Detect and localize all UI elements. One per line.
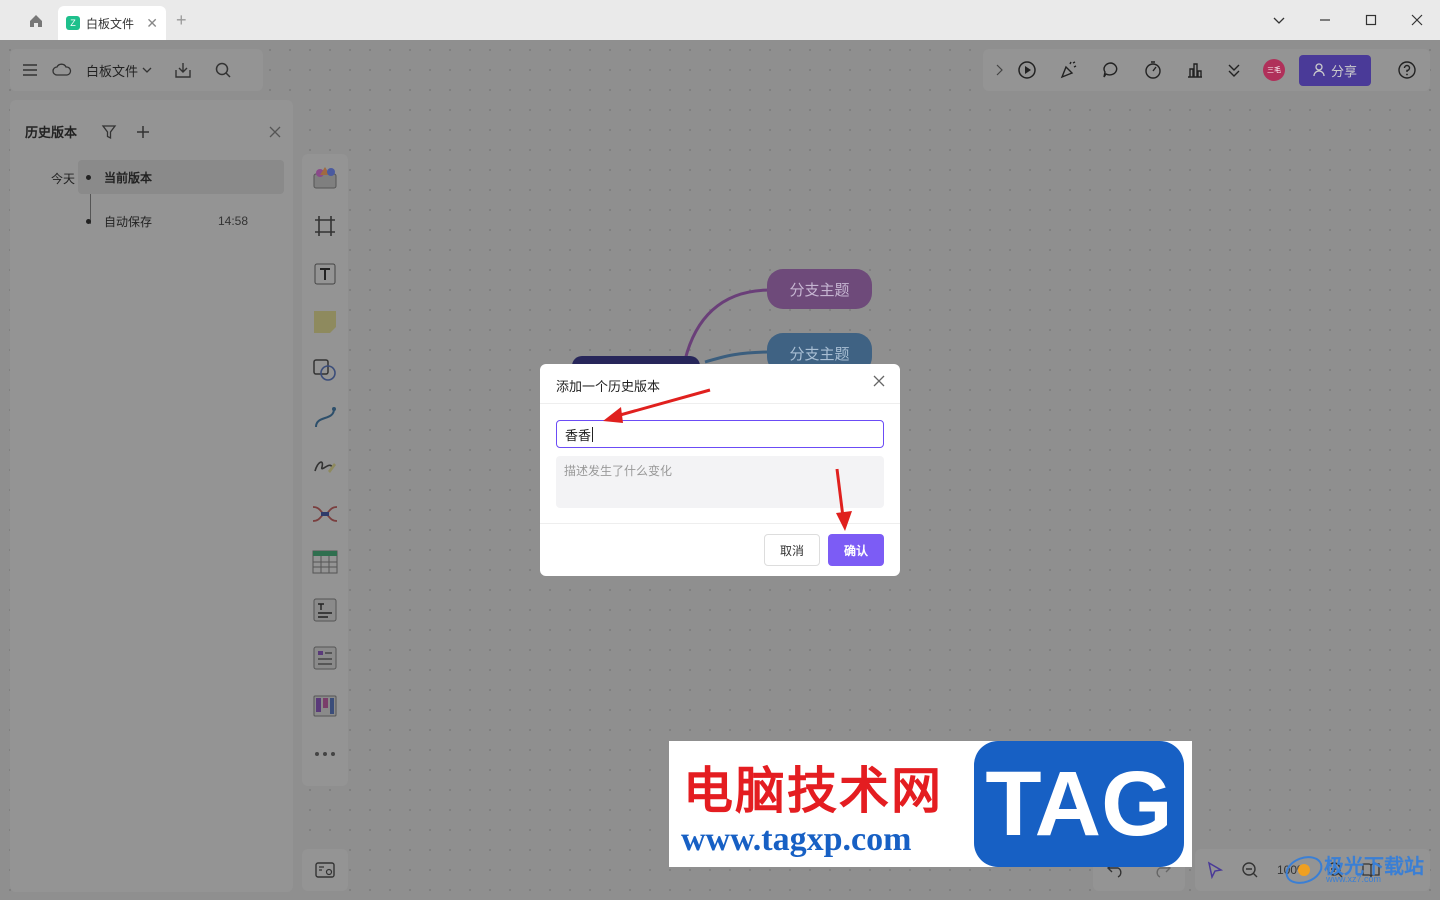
minimap-icon <box>315 862 335 878</box>
chevron-down-icon[interactable] <box>1256 0 1302 40</box>
pen-icon[interactable] <box>310 450 340 482</box>
play-icon[interactable] <box>1017 60 1037 80</box>
double-chevron-down-icon[interactable] <box>1227 62 1241 78</box>
history-item-label: 自动保存 <box>104 214 153 229</box>
vote-icon[interactable] <box>1185 60 1205 80</box>
help-icon[interactable] <box>1397 60 1417 80</box>
close-panel-icon[interactable] <box>269 126 281 138</box>
chevron-down-icon[interactable] <box>142 65 152 75</box>
watermark-site2: 极光下载站 www.xz7.com <box>1284 848 1434 888</box>
window-controls <box>1256 0 1440 40</box>
history-title: 历史版本 <box>25 125 78 140</box>
history-item-autosave[interactable]: 自动保存 14:58 <box>78 204 284 238</box>
timer-icon[interactable] <box>1143 60 1163 80</box>
sticky-note-icon[interactable] <box>310 306 340 338</box>
menu-icon[interactable] <box>22 63 38 77</box>
celebrate-icon[interactable] <box>1059 60 1079 80</box>
version-name-value: 香香 <box>565 427 592 443</box>
file-toolbar: 白板文件 <box>10 49 263 91</box>
title-bar: Z 白板文件 ✕ + <box>0 0 1440 40</box>
minimize-icon[interactable] <box>1302 0 1348 40</box>
history-item-current[interactable]: 当前版本 <box>78 160 284 194</box>
confirm-button[interactable]: 确认 <box>828 534 884 566</box>
close-window-icon[interactable] <box>1394 0 1440 40</box>
watermark-site2-url: www.xz7.com <box>1326 874 1382 884</box>
site-logo-icon <box>1285 856 1323 884</box>
home-icon[interactable] <box>20 10 52 32</box>
zoom-out-icon[interactable] <box>1241 861 1259 879</box>
collab-toolbar: 三毛 分享 <box>983 49 1430 91</box>
download-icon[interactable] <box>174 61 192 79</box>
watermark-tag-logo: TAG <box>974 741 1184 867</box>
timeline-dot <box>86 218 91 224</box>
document-icon[interactable] <box>310 594 340 626</box>
file-name-dropdown[interactable]: 白板文件 <box>86 61 138 80</box>
tool-palette <box>302 154 348 786</box>
shape-icon[interactable] <box>310 354 340 386</box>
avatar[interactable]: 三毛 <box>1263 59 1285 81</box>
close-icon[interactable] <box>872 374 888 390</box>
template-icon[interactable] <box>310 162 340 194</box>
search-icon[interactable] <box>214 61 232 79</box>
watermark-banner: 电脑技术网 www.tagxp.com TAG <box>669 741 1192 867</box>
add-tab-icon[interactable]: + <box>176 10 187 31</box>
board-icon[interactable] <box>310 690 340 722</box>
watermark-url: www.tagxp.com <box>681 821 912 858</box>
history-item-label: 当前版本 <box>104 170 153 185</box>
app-logo-icon: Z <box>66 16 80 30</box>
timeline-dot <box>86 174 91 180</box>
more-icon[interactable] <box>310 738 340 770</box>
table-icon[interactable] <box>310 546 340 578</box>
frame-icon[interactable] <box>310 210 340 242</box>
tab-title: 白板文件 <box>86 16 135 31</box>
add-version-icon[interactable] <box>135 124 151 140</box>
select-cursor-icon[interactable] <box>1207 861 1223 879</box>
mindmap-branch-node[interactable]: 分支主题 <box>767 269 872 309</box>
tab-whiteboard[interactable]: Z 白板文件 ✕ <box>58 6 166 40</box>
tab-close-icon[interactable]: ✕ <box>146 15 158 32</box>
annotation-arrow-icon <box>603 388 711 423</box>
text-caret <box>592 426 594 442</box>
annotation-arrow-icon <box>835 468 852 531</box>
text-icon[interactable] <box>310 258 340 290</box>
history-item-time: 14:58 <box>217 214 248 228</box>
maximize-icon[interactable] <box>1348 0 1394 40</box>
share-label: 分享 <box>1331 63 1358 79</box>
history-header: 历史版本 <box>25 122 281 141</box>
kanban-icon[interactable] <box>310 642 340 674</box>
day-label: 今天 <box>51 172 76 186</box>
chevron-right-icon[interactable] <box>995 64 1003 76</box>
mindmap-icon[interactable] <box>310 498 340 530</box>
cloud-icon <box>52 63 72 77</box>
divider <box>540 403 900 404</box>
filter-icon[interactable] <box>101 124 117 140</box>
share-button[interactable]: 分享 <box>1299 54 1372 86</box>
user-add-icon <box>1313 63 1327 77</box>
history-panel: 历史版本 今天 当前版本 自动保存 14:58 <box>10 100 293 892</box>
connector-icon[interactable] <box>310 402 340 434</box>
minimap-button[interactable] <box>302 849 348 891</box>
comment-icon[interactable] <box>1101 60 1121 80</box>
watermark-title: 电脑技术网 <box>683 761 943 820</box>
cancel-button[interactable]: 取消 <box>764 534 820 566</box>
